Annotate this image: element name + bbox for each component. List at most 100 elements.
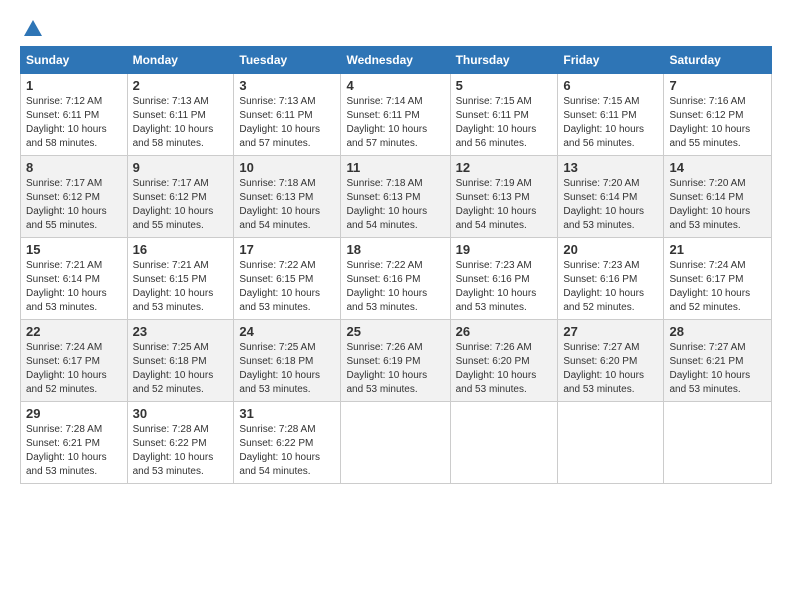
calendar-cell: 5 Sunrise: 7:15 AMSunset: 6:11 PMDaylight… (450, 74, 558, 156)
calendar-cell: 22 Sunrise: 7:24 AMSunset: 6:17 PMDayligh… (21, 320, 128, 402)
day-number: 31 (239, 406, 335, 421)
page: SundayMondayTuesdayWednesdayThursdayFrid… (0, 0, 792, 494)
calendar-cell: 7 Sunrise: 7:16 AMSunset: 6:12 PMDaylight… (664, 74, 772, 156)
header (20, 18, 772, 36)
calendar-cell: 28Sunrise: 7:27 AMSunset: 6:21 PMDayligh… (664, 320, 772, 402)
calendar-cell: 8 Sunrise: 7:17 AMSunset: 6:12 PMDaylight… (21, 156, 128, 238)
day-number: 9 (133, 160, 229, 175)
calendar-week-row: 8 Sunrise: 7:17 AMSunset: 6:12 PMDaylight… (21, 156, 772, 238)
cell-info: Sunrise: 7:20 AMSunset: 6:14 PMDaylight:… (669, 177, 766, 233)
cell-info: Sunrise: 7:24 AMSunset: 6:17 PMDaylight:… (26, 341, 122, 397)
calendar-cell: 3 Sunrise: 7:13 AMSunset: 6:11 PMDaylight… (234, 74, 341, 156)
cell-info: Sunrise: 7:17 AMSunset: 6:12 PMDaylight:… (133, 177, 229, 233)
cell-info: Sunrise: 7:22 AMSunset: 6:16 PMDaylight:… (346, 259, 444, 315)
day-number: 4 (346, 78, 444, 93)
day-number: 19 (456, 242, 553, 257)
day-number: 7 (669, 78, 766, 93)
cell-info: Sunrise: 7:15 AMSunset: 6:11 PMDaylight:… (456, 95, 553, 151)
calendar-cell (664, 402, 772, 484)
logo (20, 18, 44, 36)
day-number: 15 (26, 242, 122, 257)
calendar-cell: 26 Sunrise: 7:26 AMSunset: 6:20 PMDayligh… (450, 320, 558, 402)
day-number: 20 (563, 242, 658, 257)
header-tuesday: Tuesday (234, 47, 341, 74)
calendar-cell: 23 Sunrise: 7:25 AMSunset: 6:18 PMDayligh… (127, 320, 234, 402)
day-number: 23 (133, 324, 229, 339)
cell-info: Sunrise: 7:20 AMSunset: 6:14 PMDaylight:… (563, 177, 658, 233)
calendar-cell (558, 402, 664, 484)
calendar-cell: 11Sunrise: 7:18 AMSunset: 6:13 PMDayligh… (341, 156, 450, 238)
cell-info: Sunrise: 7:22 AMSunset: 6:15 PMDaylight:… (239, 259, 335, 315)
day-number: 6 (563, 78, 658, 93)
cell-info: Sunrise: 7:26 AMSunset: 6:20 PMDaylight:… (456, 341, 553, 397)
day-number: 5 (456, 78, 553, 93)
cell-info: Sunrise: 7:27 AMSunset: 6:20 PMDaylight:… (563, 341, 658, 397)
calendar-cell: 15Sunrise: 7:21 AMSunset: 6:14 PMDayligh… (21, 238, 128, 320)
calendar-cell: 25Sunrise: 7:26 AMSunset: 6:19 PMDayligh… (341, 320, 450, 402)
calendar-cell: 9 Sunrise: 7:17 AMSunset: 6:12 PMDaylight… (127, 156, 234, 238)
cell-info: Sunrise: 7:28 AMSunset: 6:21 PMDaylight:… (26, 423, 122, 479)
day-number: 24 (239, 324, 335, 339)
calendar-table: SundayMondayTuesdayWednesdayThursdayFrid… (20, 46, 772, 484)
day-number: 10 (239, 160, 335, 175)
cell-info: Sunrise: 7:16 AMSunset: 6:12 PMDaylight:… (669, 95, 766, 151)
cell-info: Sunrise: 7:14 AMSunset: 6:11 PMDaylight:… (346, 95, 444, 151)
cell-info: Sunrise: 7:25 AMSunset: 6:18 PMDaylight:… (133, 341, 229, 397)
cell-info: Sunrise: 7:27 AMSunset: 6:21 PMDaylight:… (669, 341, 766, 397)
calendar-cell: 30 Sunrise: 7:28 AMSunset: 6:22 PMDayligh… (127, 402, 234, 484)
header-thursday: Thursday (450, 47, 558, 74)
calendar-cell: 18 Sunrise: 7:22 AMSunset: 6:16 PMDayligh… (341, 238, 450, 320)
cell-info: Sunrise: 7:17 AMSunset: 6:12 PMDaylight:… (26, 177, 122, 233)
cell-info: Sunrise: 7:26 AMSunset: 6:19 PMDaylight:… (346, 341, 444, 397)
day-number: 12 (456, 160, 553, 175)
cell-info: Sunrise: 7:28 AMSunset: 6:22 PMDaylight:… (239, 423, 335, 479)
day-number: 27 (563, 324, 658, 339)
calendar-cell (450, 402, 558, 484)
header-saturday: Saturday (664, 47, 772, 74)
day-number: 21 (669, 242, 766, 257)
cell-info: Sunrise: 7:25 AMSunset: 6:18 PMDaylight:… (239, 341, 335, 397)
calendar-week-row: 1Sunrise: 7:12 AMSunset: 6:11 PMDaylight… (21, 74, 772, 156)
calendar-week-row: 29 Sunrise: 7:28 AMSunset: 6:21 PMDayligh… (21, 402, 772, 484)
cell-info: Sunrise: 7:23 AMSunset: 6:16 PMDaylight:… (456, 259, 553, 315)
calendar-cell: 29 Sunrise: 7:28 AMSunset: 6:21 PMDayligh… (21, 402, 128, 484)
header-friday: Friday (558, 47, 664, 74)
calendar-cell: 20 Sunrise: 7:23 AMSunset: 6:16 PMDayligh… (558, 238, 664, 320)
calendar-cell: 10Sunrise: 7:18 AMSunset: 6:13 PMDayligh… (234, 156, 341, 238)
cell-info: Sunrise: 7:19 AMSunset: 6:13 PMDaylight:… (456, 177, 553, 233)
header-monday: Monday (127, 47, 234, 74)
calendar-cell: 2Sunrise: 7:13 AMSunset: 6:11 PMDaylight… (127, 74, 234, 156)
day-number: 3 (239, 78, 335, 93)
day-number: 29 (26, 406, 122, 421)
day-number: 17 (239, 242, 335, 257)
calendar-cell: 24 Sunrise: 7:25 AMSunset: 6:18 PMDayligh… (234, 320, 341, 402)
calendar-cell: 31 Sunrise: 7:28 AMSunset: 6:22 PMDayligh… (234, 402, 341, 484)
calendar-cell: 4 Sunrise: 7:14 AMSunset: 6:11 PMDaylight… (341, 74, 450, 156)
calendar-cell: 27 Sunrise: 7:27 AMSunset: 6:20 PMDayligh… (558, 320, 664, 402)
calendar-week-row: 15Sunrise: 7:21 AMSunset: 6:14 PMDayligh… (21, 238, 772, 320)
calendar-cell: 16Sunrise: 7:21 AMSunset: 6:15 PMDayligh… (127, 238, 234, 320)
day-number: 14 (669, 160, 766, 175)
day-number: 2 (133, 78, 229, 93)
cell-info: Sunrise: 7:28 AMSunset: 6:22 PMDaylight:… (133, 423, 229, 479)
calendar-cell: 12 Sunrise: 7:19 AMSunset: 6:13 PMDayligh… (450, 156, 558, 238)
day-number: 13 (563, 160, 658, 175)
cell-info: Sunrise: 7:13 AMSunset: 6:11 PMDaylight:… (239, 95, 335, 151)
calendar-cell: 21 Sunrise: 7:24 AMSunset: 6:17 PMDayligh… (664, 238, 772, 320)
day-number: 16 (133, 242, 229, 257)
calendar-header-row: SundayMondayTuesdayWednesdayThursdayFrid… (21, 47, 772, 74)
cell-info: Sunrise: 7:23 AMSunset: 6:16 PMDaylight:… (563, 259, 658, 315)
day-number: 8 (26, 160, 122, 175)
calendar-cell (341, 402, 450, 484)
day-number: 1 (26, 78, 122, 93)
cell-info: Sunrise: 7:18 AMSunset: 6:13 PMDaylight:… (346, 177, 444, 233)
day-number: 26 (456, 324, 553, 339)
day-number: 22 (26, 324, 122, 339)
cell-info: Sunrise: 7:15 AMSunset: 6:11 PMDaylight:… (563, 95, 658, 151)
cell-info: Sunrise: 7:24 AMSunset: 6:17 PMDaylight:… (669, 259, 766, 315)
header-sunday: Sunday (21, 47, 128, 74)
calendar-cell: 13 Sunrise: 7:20 AMSunset: 6:14 PMDayligh… (558, 156, 664, 238)
day-number: 30 (133, 406, 229, 421)
day-number: 18 (346, 242, 444, 257)
calendar-cell: 1Sunrise: 7:12 AMSunset: 6:11 PMDaylight… (21, 74, 128, 156)
